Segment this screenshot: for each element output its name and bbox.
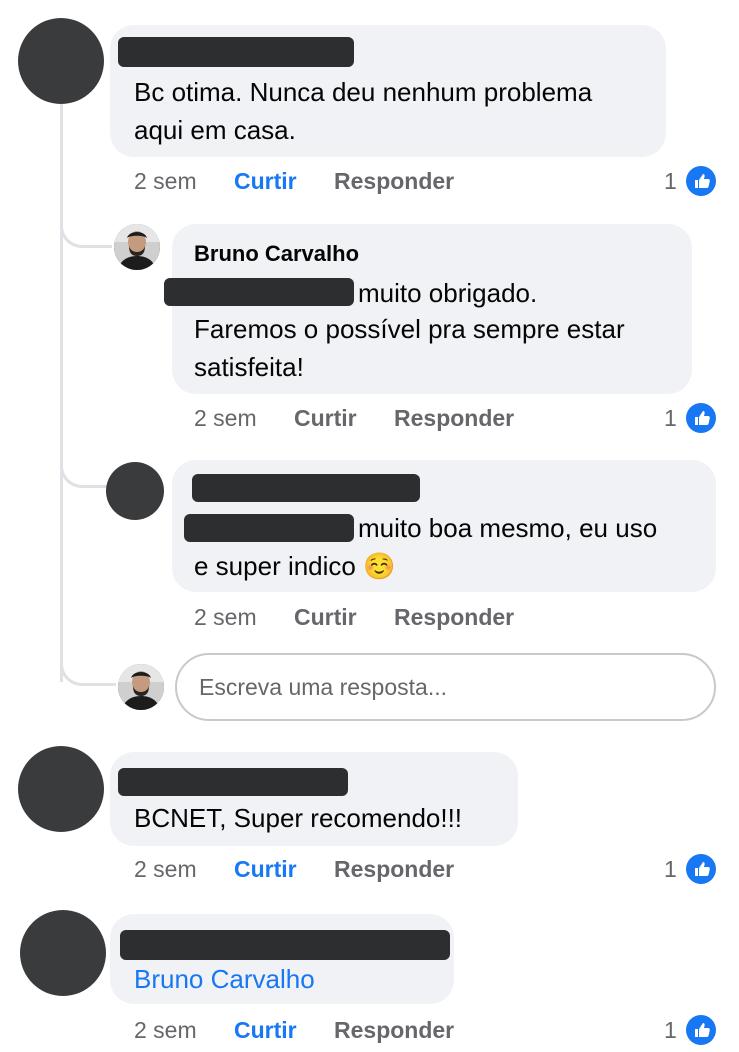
like-button[interactable]: Curtir <box>294 405 357 432</box>
thread-branch <box>60 440 108 488</box>
reply-bubble: Bruno Carvalho muito obrigado. Faremos o… <box>164 224 692 394</box>
comment-text: Bc otima. Nunca deu nenhum problema aqui… <box>134 73 592 149</box>
thread-line <box>60 104 63 682</box>
redacted-mention <box>184 514 354 542</box>
reply-button[interactable]: Responder <box>334 168 454 195</box>
comment-text-line: Bc otima. Nunca deu nenhum problema <box>134 77 593 107</box>
timestamp[interactable]: 2 sem <box>194 405 257 432</box>
reply-text-line: Faremos o possível pra sempre estar <box>194 314 625 344</box>
reaction-count[interactable]: 1 <box>664 856 677 883</box>
reply-text-line: muito boa mesmo, eu uso <box>358 513 658 543</box>
comment-bubble: Bruno Carvalho <box>110 914 454 1004</box>
avatar[interactable] <box>18 18 104 104</box>
mention-link[interactable]: Bruno Carvalho <box>134 964 315 995</box>
reply-input[interactable] <box>177 655 714 719</box>
thumbs-up-icon[interactable] <box>686 166 716 196</box>
redacted-name <box>118 37 354 67</box>
like-button[interactable]: Curtir <box>234 1017 297 1044</box>
timestamp[interactable]: 2 sem <box>134 168 197 195</box>
reaction-count[interactable]: 1 <box>664 168 677 195</box>
like-button[interactable]: Curtir <box>234 168 297 195</box>
reply-text-line: e super indico ☺️ <box>194 547 396 585</box>
reply-button[interactable]: Responder <box>334 1017 454 1044</box>
comment-actions: 2 sem Curtir Responder 1 <box>134 1015 724 1047</box>
reply-button[interactable]: Responder <box>394 405 514 432</box>
comment-bubble: Bc otima. Nunca deu nenhum problema aqui… <box>110 25 666 157</box>
reply-text-line: muito obrigado. <box>358 278 538 308</box>
reply-button[interactable]: Responder <box>334 856 454 883</box>
reaction-count[interactable]: 1 <box>664 1017 677 1044</box>
comment-bubble: BCNET, Super recomendo!!! <box>110 752 518 846</box>
avatar <box>118 664 164 710</box>
timestamp[interactable]: 2 sem <box>134 856 197 883</box>
like-button[interactable]: Curtir <box>234 856 297 883</box>
reply-input-container <box>175 653 716 721</box>
avatar[interactable] <box>114 224 160 270</box>
smiling-emoji-icon: ☺️ <box>363 551 396 581</box>
redacted-name <box>118 768 348 796</box>
thumbs-up-icon[interactable] <box>686 403 716 433</box>
redacted-name <box>120 930 450 960</box>
like-button[interactable]: Curtir <box>294 604 357 631</box>
reply-text-line: satisfeita! <box>194 352 304 382</box>
thread-branch <box>60 200 112 248</box>
reply-button[interactable]: Responder <box>394 604 514 631</box>
avatar[interactable] <box>20 910 106 996</box>
avatar[interactable] <box>18 746 104 832</box>
comment-text: BCNET, Super recomendo!!! <box>134 803 463 833</box>
timestamp[interactable]: 2 sem <box>194 604 257 631</box>
reaction-count[interactable]: 1 <box>664 405 677 432</box>
comment-actions: 2 sem Curtir Responder 1 <box>134 854 724 886</box>
redacted-name <box>192 474 420 502</box>
reply-bubble: muito boa mesmo, eu uso e super indico ☺… <box>172 460 716 592</box>
timestamp[interactable]: 2 sem <box>134 1017 197 1044</box>
reply-text: e super indico <box>194 551 356 581</box>
thread-branch <box>60 640 116 686</box>
thumbs-up-icon[interactable] <box>686 1015 716 1045</box>
avatar[interactable] <box>106 462 164 520</box>
reply-actions: 2 sem Curtir Responder <box>194 604 594 634</box>
redacted-mention <box>164 278 354 306</box>
reply-actions: 2 sem Curtir Responder 1 <box>194 403 724 435</box>
comment-text-line: aqui em casa. <box>134 115 296 145</box>
author-name[interactable]: Bruno Carvalho <box>194 241 359 267</box>
comment-actions: 2 sem Curtir Responder 1 <box>134 166 724 198</box>
thumbs-up-icon[interactable] <box>686 854 716 884</box>
